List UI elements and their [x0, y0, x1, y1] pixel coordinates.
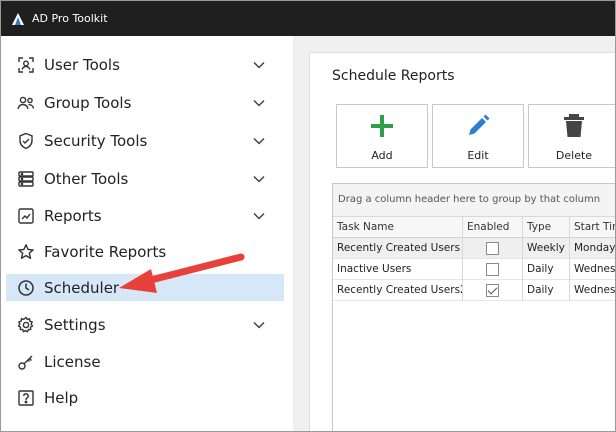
chevron-down-icon[interactable] [252, 172, 266, 186]
chart-icon [16, 206, 36, 226]
table-row[interactable]: Recently Created Users Weekly Monday, [333, 238, 616, 259]
delete-button-label: Delete [555, 149, 593, 162]
delete-button[interactable]: Delete [528, 104, 615, 168]
trash-icon [564, 114, 584, 137]
enabled-cell [463, 259, 523, 280]
chevron-down-icon[interactable] [252, 134, 266, 148]
star-icon [16, 242, 36, 262]
add-button-label: Add [371, 149, 393, 162]
start-time-cell: Wednesd [574, 263, 616, 275]
main-area: Schedule Reports Add Edit Delete Drag a … [307, 36, 616, 431]
sidebar-item-license[interactable]: License [6, 348, 284, 375]
sidebar-item-reports[interactable]: Reports [6, 202, 284, 229]
sidebar-item-other-tools[interactable]: Other Tools [6, 165, 284, 192]
enabled-cell [463, 238, 523, 259]
sidebar-item-label: Group Tools [44, 93, 132, 112]
sidebar-item-label: Security Tools [44, 131, 148, 150]
plus-icon [371, 115, 393, 137]
pencil-icon [469, 114, 490, 135]
sidebar-item-settings[interactable]: Settings [6, 311, 284, 338]
type-cell: Daily [523, 259, 570, 280]
table-row[interactable]: Recently Created Users2 Daily Wednesd [333, 280, 616, 301]
chevron-down-icon[interactable] [252, 96, 266, 110]
gear-icon [16, 315, 36, 335]
type-cell: Daily [523, 280, 570, 301]
add-button[interactable]: Add [336, 104, 428, 168]
schedule-grid: Drag a column header here to group by th… [332, 183, 616, 431]
sidebar-item-security-tools[interactable]: Security Tools [6, 127, 284, 154]
sidebar-item-group-tools[interactable]: Group Tools [6, 89, 284, 116]
key-icon [16, 352, 36, 372]
app-logo-icon [11, 12, 25, 26]
task-name-cell: Recently Created Users [333, 238, 463, 259]
grid-header-row: Task Name Enabled Type Start Tim [333, 217, 615, 238]
help-icon [16, 388, 36, 408]
page-title: Schedule Reports [332, 68, 455, 84]
start-time-cell: Wednesd [574, 284, 616, 296]
group-by-panel[interactable]: Drag a column header here to group by th… [333, 184, 615, 217]
user-icon [16, 55, 36, 75]
schedule-reports-panel: Schedule Reports Add Edit Delete Drag a … [309, 52, 616, 431]
table-row[interactable]: Inactive Users Daily Wednesd [333, 259, 616, 280]
sidebar-item-label: User Tools [44, 55, 120, 74]
app-title: AD Pro Toolkit [32, 12, 108, 25]
sidebar-item-label: Other Tools [44, 169, 129, 188]
enabled-checkbox[interactable] [486, 284, 499, 297]
column-header-type[interactable]: Type [523, 217, 570, 238]
type-cell: Weekly [523, 238, 570, 259]
start-time-cell: Monday, [574, 242, 616, 254]
clock-icon [16, 278, 36, 298]
sidebar: User Tools Group Tools Security Tools Ot… [1, 36, 293, 431]
column-header-task-name[interactable]: Task Name [333, 217, 463, 238]
sidebar-item-label: Scheduler [44, 278, 120, 297]
sidebar-item-label: Help [44, 388, 79, 407]
shield-icon [16, 131, 36, 151]
enabled-checkbox[interactable] [486, 242, 499, 255]
sidebar-item-help[interactable]: Help [6, 384, 284, 411]
server-icon [16, 169, 36, 189]
title-bar: AD Pro Toolkit [1, 1, 615, 36]
sidebar-item-label: License [44, 352, 101, 371]
edit-button[interactable]: Edit [432, 104, 524, 168]
enabled-cell [463, 280, 523, 301]
task-name-cell: Inactive Users [333, 259, 463, 280]
column-header-start-time[interactable]: Start Tim [570, 217, 615, 238]
enabled-checkbox[interactable] [486, 263, 499, 276]
chevron-down-icon[interactable] [252, 209, 266, 223]
column-header-enabled[interactable]: Enabled [463, 217, 523, 238]
chevron-down-icon[interactable] [252, 58, 266, 72]
edit-button-label: Edit [467, 149, 489, 162]
annotation-arrow-icon [119, 253, 245, 293]
sidebar-item-label: Settings [44, 315, 106, 334]
splitter[interactable] [293, 36, 307, 431]
sidebar-item-label: Reports [44, 206, 102, 225]
chevron-down-icon[interactable] [252, 318, 266, 332]
group-icon [16, 93, 36, 113]
sidebar-item-user-tools[interactable]: User Tools [6, 51, 284, 78]
app-window: AD Pro Toolkit User Tools Group Tools Se… [0, 0, 616, 432]
task-name-cell: Recently Created Users2 [333, 280, 463, 301]
